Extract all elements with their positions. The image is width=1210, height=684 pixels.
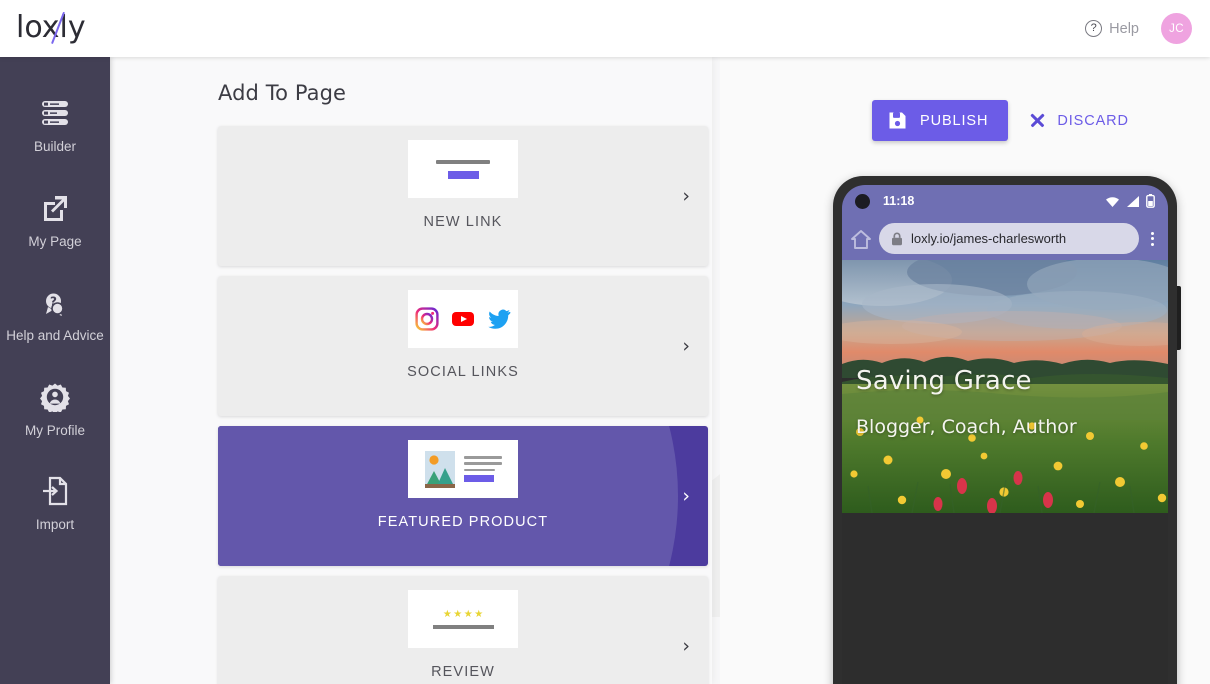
phone-power-button <box>1177 286 1181 350</box>
page-hero-image: Saving Grace Blogger, Coach, Author <box>842 260 1168 513</box>
card-label: FEATURED PRODUCT <box>377 514 549 530</box>
signal-icon <box>1127 195 1139 207</box>
sidebar: Builder My Page ? Help and Advice My Pro… <box>0 57 110 684</box>
url-text: loxly.io/james-charlesworth <box>911 231 1067 246</box>
card-social-links[interactable]: SOCIAL LINKS › <box>218 276 708 416</box>
thumb-text-line <box>463 468 495 472</box>
phone-status-bar: 11:18 <box>842 185 1168 217</box>
star-rating-icon: ★ ★ ★ ★ <box>442 608 484 620</box>
thumb-button-bar <box>447 170 479 179</box>
card-label: REVIEW <box>431 664 495 680</box>
hero-title: Saving Grace <box>856 366 1032 396</box>
thumb-text-line <box>463 462 502 466</box>
avatar[interactable]: JC <box>1161 13 1192 44</box>
list-rows-icon <box>36 94 74 132</box>
home-icon[interactable] <box>849 227 873 251</box>
thumb-text-line <box>463 456 502 459</box>
product-image-thumb <box>408 440 518 498</box>
card-review[interactable]: ★ ★ ★ ★ REVIEW › <box>218 576 708 684</box>
twitter-icon <box>488 309 511 329</box>
header-actions: ? Help JC <box>1085 0 1192 57</box>
loxly-logo[interactable]: loxly <box>16 7 136 49</box>
card-featured-product[interactable]: FEATURED PRODUCT › <box>218 426 708 566</box>
phone-mockup: 11:18 loxly.io/james-charlesworth Saving… <box>833 176 1181 684</box>
sidebar-item-my-page[interactable]: My Page <box>0 180 110 256</box>
sidebar-item-label: My Profile <box>24 422 85 438</box>
app-root: loxly ? Help JC Builder My Page ? Help a… <box>0 0 1210 684</box>
url-bar[interactable]: loxly.io/james-charlesworth <box>879 223 1139 254</box>
instagram-icon <box>415 307 439 331</box>
card-label: NEW LINK <box>423 214 503 230</box>
status-icons <box>1105 194 1155 208</box>
gear-user-icon <box>36 378 74 416</box>
thumb-title-bar <box>432 624 494 629</box>
chevron-right-icon[interactable]: › <box>682 485 690 507</box>
close-x-icon <box>1029 112 1046 129</box>
phone-browser-bar: loxly.io/james-charlesworth <box>842 217 1168 260</box>
add-to-page-panel-wrap: Add To Page NEW LINK › SOCIAL LINKS › FE… <box>110 57 720 684</box>
card-new-link[interactable]: NEW LINK › <box>218 126 708 266</box>
discard-button[interactable]: DISCARD <box>1029 112 1129 129</box>
help-label: Help <box>1109 20 1139 37</box>
stars-thumb: ★ ★ ★ ★ <box>408 590 518 648</box>
publish-label: PUBLISH <box>920 112 989 129</box>
sidebar-item-import[interactable]: Import <box>0 463 110 539</box>
page-title: Add To Page <box>218 81 347 105</box>
avatar-initials: JC <box>1169 22 1184 35</box>
import-file-icon <box>36 472 74 510</box>
add-to-page-panel: Add To Page NEW LINK › SOCIAL LINKS › FE… <box>110 57 712 684</box>
kebab-menu-icon[interactable] <box>1145 231 1159 246</box>
card-list: NEW LINK › SOCIAL LINKS › FEATURED PRODU… <box>218 126 708 684</box>
battery-icon <box>1146 194 1155 208</box>
sidebar-item-label: My Page <box>28 233 82 249</box>
svg-text:?: ? <box>50 295 57 309</box>
chevron-right-icon[interactable]: › <box>682 185 690 207</box>
question-chat-icon: ? <box>36 283 74 321</box>
sidebar-item-my-profile[interactable]: My Profile <box>0 369 110 445</box>
question-circle-icon: ? <box>1085 20 1103 37</box>
discard-label: DISCARD <box>1057 112 1129 129</box>
social-icons-thumb <box>408 290 518 348</box>
external-link-icon <box>36 189 74 227</box>
status-time: 11:18 <box>883 194 915 208</box>
chevron-right-icon[interactable]: › <box>682 335 690 357</box>
save-floppy-icon <box>889 112 906 129</box>
link-bars-thumb <box>408 140 518 198</box>
camera-punch-hole <box>855 193 870 209</box>
sidebar-item-help-and-advice[interactable]: ? Help and Advice <box>0 274 110 350</box>
image-placeholder-icon <box>424 450 455 488</box>
sidebar-item-builder[interactable]: Builder <box>0 85 110 161</box>
chevron-right-icon[interactable]: › <box>682 635 690 657</box>
thumb-button-bar <box>463 475 494 482</box>
publish-button[interactable]: PUBLISH <box>872 100 1009 141</box>
lock-icon <box>892 232 902 245</box>
thumb-title-bar <box>436 159 490 164</box>
phone-page-body <box>842 513 1168 684</box>
sidebar-item-label: Import <box>35 517 75 533</box>
help-link[interactable]: ? Help <box>1085 20 1139 37</box>
sidebar-item-label: Builder <box>33 139 77 154</box>
youtube-icon <box>452 312 474 326</box>
phone-screen: 11:18 loxly.io/james-charlesworth Saving… <box>842 185 1168 684</box>
preview-pane: PUBLISH DISCARD 11:18 loxly.io/james-cha… <box>720 57 1210 684</box>
hero-subtitle: Blogger, Coach, Author <box>856 416 1077 438</box>
sidebar-item-label: Help and Advice <box>6 328 104 344</box>
top-header: loxly ? Help JC <box>0 0 1210 57</box>
preview-actions: PUBLISH DISCARD <box>872 100 1129 141</box>
logo-text: loxly <box>16 10 86 45</box>
card-label: SOCIAL LINKS <box>407 364 519 380</box>
wifi-icon <box>1106 196 1119 207</box>
